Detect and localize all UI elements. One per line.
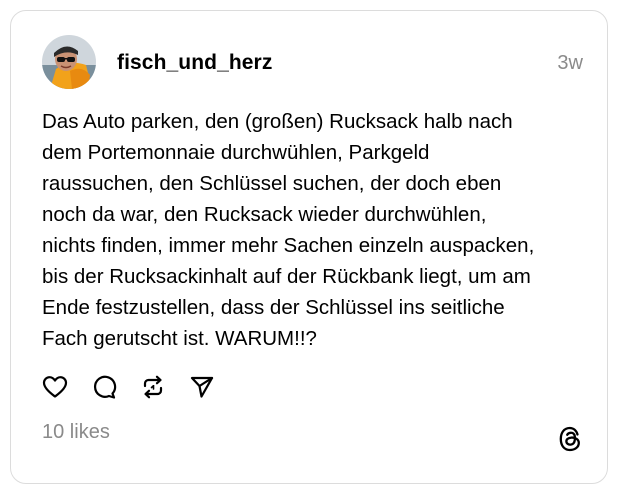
repost-icon (143, 375, 163, 399)
like-button[interactable] (42, 374, 68, 400)
post-text-line: Fach gerutscht ist. WARUM!!? (42, 327, 317, 350)
reply-button[interactable] (91, 374, 117, 400)
send-icon (190, 376, 214, 398)
username[interactable]: fisch_und_herz (117, 51, 272, 75)
speech-bubble-icon (93, 375, 117, 399)
post-text-line: noch da war, den Rucksack wieder durchwü… (42, 203, 487, 226)
share-button[interactable] (189, 374, 215, 400)
post-text-line: nichts finden, immer mehr Sachen einzeln… (42, 234, 535, 257)
heart-icon (42, 376, 68, 398)
post-text: Das Auto parken, den (großen) Rucksack h… (42, 106, 592, 354)
post-timestamp: 3w (557, 52, 583, 74)
avatar[interactable] (42, 35, 96, 89)
threads-logo-icon[interactable] (557, 425, 583, 453)
post-text-line: Ende festzustellen, dass der Schlüssel i… (42, 296, 505, 319)
post-actions (42, 373, 238, 401)
post-card: fisch_und_herz 3w Das Auto parken, den (… (10, 10, 608, 484)
repost-button[interactable] (140, 374, 166, 400)
post-text-line: raussuchen, den Schlüssel suchen, der do… (42, 172, 502, 195)
post-text-line: dem Portemonnaie durchwühlen, Parkgeld (42, 141, 430, 164)
post-text-line: Das Auto parken, den (großen) Rucksack h… (42, 110, 513, 133)
likes-count[interactable]: 10 likes (42, 421, 110, 444)
post-text-line: bis der Rucksackinhalt auf der Rückbank … (42, 265, 531, 288)
